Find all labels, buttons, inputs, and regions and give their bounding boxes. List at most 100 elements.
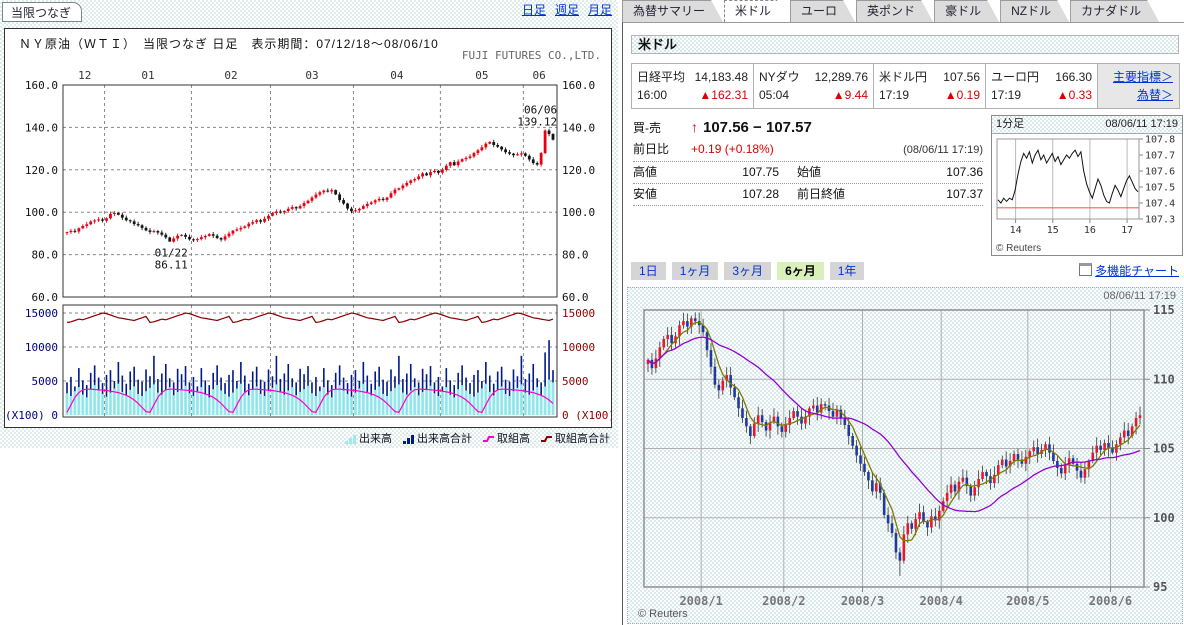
- one-minute-chart-header: 1分足 08/06/11 17:19: [992, 116, 1182, 134]
- indicator-change: ▲162.31: [699, 86, 748, 104]
- svg-text:0 (X100): 0 (X100): [562, 409, 611, 422]
- change-value: +0.19 (+0.18%): [691, 139, 774, 160]
- reuters-credit: © Reuters: [996, 243, 1041, 254]
- svg-text:2008/2: 2008/2: [762, 594, 805, 608]
- indicator-米ドル円: 米ドル円107.5617:19▲0.19: [874, 64, 986, 108]
- range-button-1年[interactable]: 1年: [830, 262, 865, 280]
- svg-text:03: 03: [305, 69, 318, 82]
- quote-panel: 買-売 ↑ 107.56 − 107.57 前日比 +0.19 (+0.18%)…: [633, 117, 983, 206]
- multi-chart-link[interactable]: 多機能チャート: [1095, 264, 1179, 278]
- usdjpy-chart-area: 08/06/11 17:19 115110105100952008/12008/…: [627, 287, 1183, 624]
- volume-total-legend-icon: [402, 432, 415, 444]
- wti-chart-box: ＮＹ原油（ＷＴＩ） 当限つなぎ 日足 表示期間：07/12/18～08/06/1…: [4, 28, 612, 428]
- legend-open-interest: 取組高: [482, 430, 530, 446]
- svg-text:100.0: 100.0: [562, 206, 595, 219]
- svg-text:16: 16: [1084, 225, 1096, 236]
- quote-timestamp: (08/06/11 17:19): [903, 140, 983, 161]
- trading-screen: 当限つなぎ 日足週足月足 ＮＹ原油（ＷＴＩ） 当限つなぎ 日足 表示期間：07/…: [0, 0, 1184, 625]
- svg-text:12: 12: [78, 69, 91, 82]
- period-link-0[interactable]: 日足: [522, 3, 546, 17]
- svg-text:140.0: 140.0: [562, 121, 595, 134]
- indicator-ユーロ円: ユーロ円 166.30 17:19 ▲0.33: [986, 64, 1098, 108]
- svg-text:2008/6: 2008/6: [1089, 594, 1132, 608]
- svg-text:107.7: 107.7: [1145, 151, 1175, 162]
- forex-tab-bar: 為替サマリー米ドルユーロ英ポンド豪ドルNZドルカナダドル: [622, 0, 1184, 22]
- multi-chart-icon: [1079, 263, 1092, 276]
- svg-text:5000: 5000: [32, 375, 59, 388]
- reuters-credit: © Reuters: [638, 608, 688, 620]
- open-label: 始値: [797, 162, 871, 183]
- tab-英ポンド[interactable]: 英ポンド: [856, 0, 933, 22]
- svg-text:110: 110: [1153, 372, 1175, 386]
- change-label: 前日比: [633, 139, 691, 160]
- tab-米ドル[interactable]: 米ドル: [724, 0, 789, 22]
- svg-text:80.0: 80.0: [562, 249, 589, 262]
- svg-text:15000: 15000: [562, 307, 595, 320]
- svg-text:160.0: 160.0: [562, 79, 595, 92]
- high-label: 高値: [633, 162, 691, 183]
- indicator-value: 166.30: [1055, 68, 1092, 86]
- prev-close-label: 前日終値: [797, 184, 871, 205]
- wti-chart-legend: 出来高出来高合計取組高取組高合計: [4, 430, 610, 446]
- bid-ask-label: 買-売: [633, 118, 691, 139]
- indicator-name: ユーロ円: [991, 68, 1039, 86]
- prev-close-value: 107.37: [946, 184, 983, 205]
- indicator-name: 米ドル円: [879, 68, 927, 86]
- range-button-1ヶ月[interactable]: 1ヶ月: [672, 262, 719, 280]
- svg-text:139.12: 139.12: [517, 115, 557, 128]
- tab-カナダドル[interactable]: カナダドル: [1070, 0, 1159, 22]
- svg-text:100.0: 100.0: [25, 206, 58, 219]
- tab-豪ドル[interactable]: 豪ドル: [934, 0, 999, 22]
- market-indicator-bar: 日経平均14,183.4816:00▲162.31NYダウ12,289.7605…: [631, 63, 1180, 109]
- indicator-change: ▲0.33: [1057, 86, 1092, 104]
- range-button-1日[interactable]: 1日: [631, 262, 666, 280]
- svg-text:04: 04: [390, 69, 404, 82]
- svg-text:02: 02: [224, 69, 237, 82]
- range-button-3ヶ月[interactable]: 3ヶ月: [724, 262, 771, 280]
- usdjpy-candlestick-chart: 115110105100952008/12008/22008/32008/420…: [628, 288, 1180, 621]
- volume-legend-icon: [344, 432, 357, 444]
- indicator-link-0[interactable]: 主要指標＞: [1098, 68, 1173, 86]
- svg-text:100: 100: [1153, 511, 1175, 525]
- svg-text:115: 115: [1153, 303, 1175, 317]
- svg-text:5000: 5000: [562, 375, 589, 388]
- low-value: 107.28: [691, 184, 779, 205]
- svg-text:120.0: 120.0: [562, 164, 595, 177]
- one-minute-chart-box: 1分足 08/06/11 17:19 14151617107.8107.7107…: [991, 115, 1183, 256]
- indicator-link-1[interactable]: 為替＞: [1098, 86, 1173, 104]
- svg-text:2008/5: 2008/5: [1006, 594, 1049, 608]
- tab-tougen-tsunagi[interactable]: 当限つなぎ: [2, 2, 82, 22]
- svg-text:120.0: 120.0: [25, 164, 58, 177]
- period-link-1[interactable]: 週足: [555, 3, 579, 17]
- svg-text:10000: 10000: [562, 341, 595, 354]
- indicator-time: 17:19: [991, 86, 1021, 104]
- tab-ユーロ[interactable]: ユーロ: [790, 0, 855, 22]
- open-value: 107.36: [946, 162, 983, 183]
- wti-candlestick-chart: 12010203040506160.0160.0140.0140.0120.01…: [5, 29, 611, 427]
- pair-heading: 米ドル: [631, 35, 1179, 54]
- indicator-name: 日経平均: [637, 68, 685, 86]
- indicator-日経平均: 日経平均14,183.4816:00▲162.31: [632, 64, 754, 108]
- svg-text:107.8: 107.8: [1145, 135, 1175, 146]
- tab-NZドル[interactable]: NZドル: [1000, 0, 1069, 22]
- svg-text:107.5: 107.5: [1145, 183, 1175, 194]
- range-button-6ヶ月[interactable]: 6ヶ月: [777, 262, 824, 280]
- svg-text:(X100) 0: (X100) 0: [5, 409, 58, 422]
- svg-text:01: 01: [141, 69, 154, 82]
- svg-text:107.6: 107.6: [1145, 167, 1175, 178]
- svg-text:95: 95: [1153, 580, 1167, 594]
- up-arrow-icon: ↑: [691, 117, 698, 138]
- one-minute-chart-title: 1分足: [996, 116, 1024, 133]
- tab-為替サマリー[interactable]: 為替サマリー: [622, 0, 723, 22]
- indicator-name: NYダウ: [759, 68, 800, 86]
- indicator-time: 05:04: [759, 86, 789, 104]
- forex-content: 米ドル 日経平均14,183.4816:00▲162.31NYダウ12,289.…: [622, 22, 1184, 625]
- legend-open-interest-total: 取組高合計: [540, 430, 610, 446]
- svg-text:10000: 10000: [25, 341, 58, 354]
- legend-volume: 出来高: [344, 430, 392, 446]
- high-value: 107.75: [691, 162, 779, 183]
- period-link-2[interactable]: 月足: [588, 3, 612, 17]
- bid-ask-value: 107.56 − 107.57: [703, 117, 812, 138]
- svg-text:2008/1: 2008/1: [679, 594, 722, 608]
- svg-text:17: 17: [1121, 225, 1133, 236]
